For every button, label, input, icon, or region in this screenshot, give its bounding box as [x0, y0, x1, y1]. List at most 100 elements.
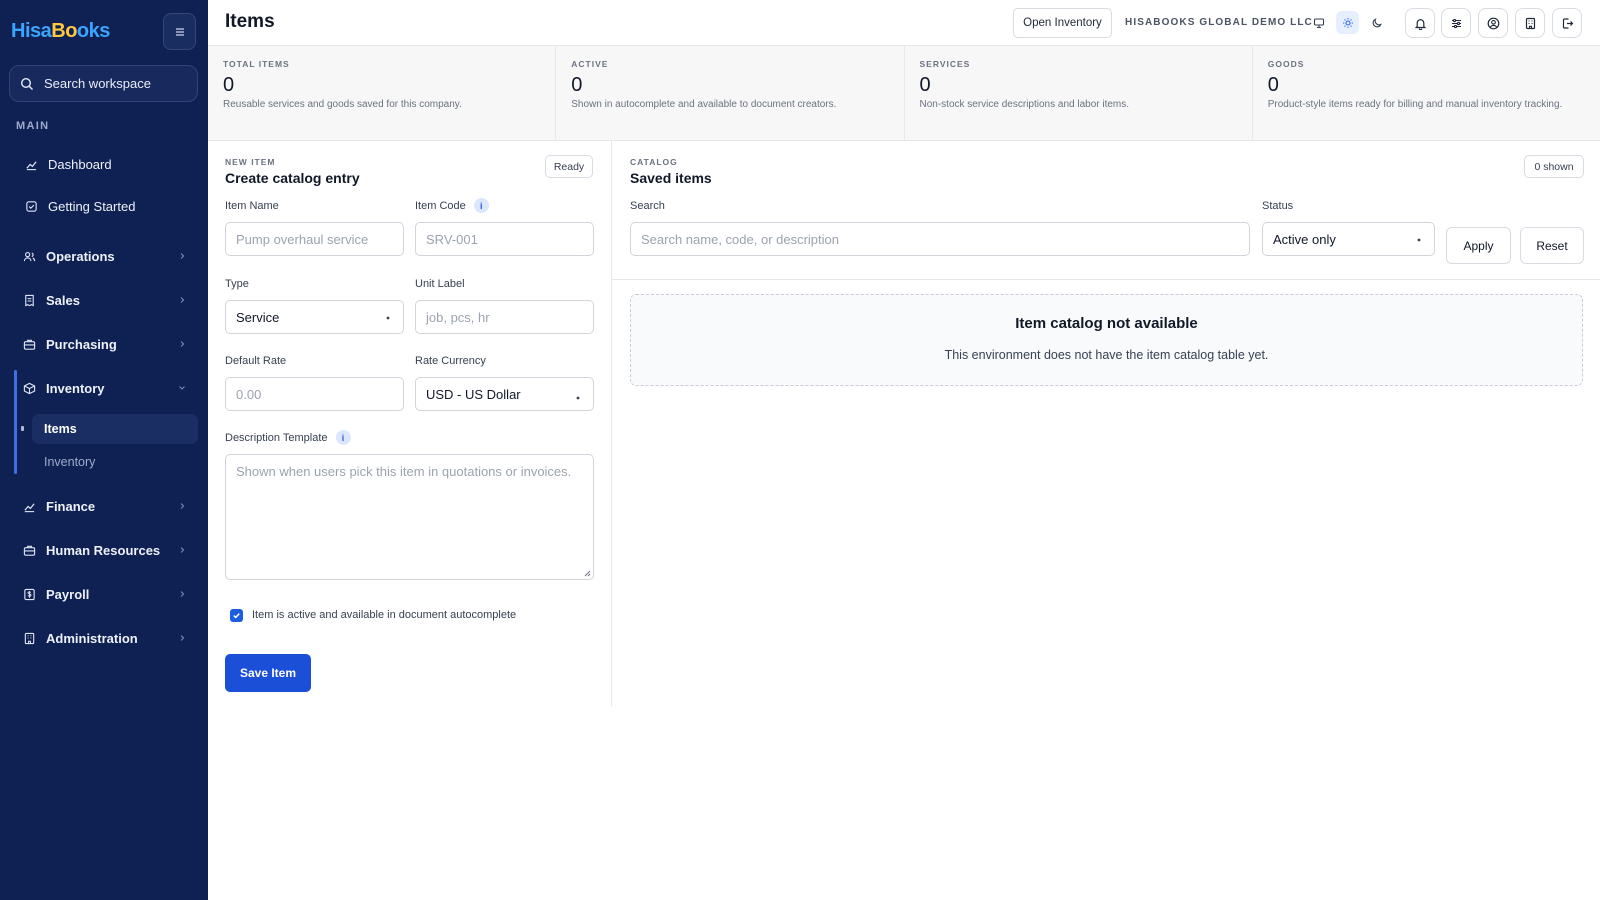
- open-inventory-button[interactable]: Open Inventory: [1013, 8, 1112, 38]
- select-caret-icon: [386, 316, 390, 320]
- notifications-button[interactable]: [1405, 8, 1435, 38]
- preferences-button[interactable]: [1441, 8, 1471, 38]
- top-bar: Items Open Inventory HISABOOKS GLOBAL DE…: [208, 0, 1600, 46]
- item-name-label-text: Item Name: [225, 200, 279, 212]
- active-checkbox[interactable]: [230, 609, 243, 622]
- chevron-right-icon: [180, 253, 185, 259]
- chevron-down-icon: [179, 386, 185, 390]
- item-code-input[interactable]: SRV-001: [415, 222, 594, 256]
- rate-currency-select[interactable]: USD - US Dollar: [415, 377, 594, 411]
- description-template-placeholder: Shown when users pick this item in quota…: [236, 464, 572, 479]
- type-select[interactable]: Service: [225, 300, 404, 334]
- sidebar-item-operations[interactable]: Operations: [12, 240, 198, 272]
- stat-goods: GOODS 0 Product-style items ready for bi…: [1253, 46, 1600, 140]
- sidebar-subitem-inventory[interactable]: Inventory: [32, 447, 198, 477]
- info-icon[interactable]: i: [335, 430, 351, 445]
- unit-label-input[interactable]: job, pcs, hr: [415, 300, 594, 334]
- item-name-input[interactable]: Pump overhaul service: [225, 222, 404, 256]
- sun-icon: [1342, 17, 1353, 28]
- menu-icon: [175, 27, 184, 36]
- rate-currency-label: Rate Currency: [415, 355, 486, 367]
- sidebar-item-getting-started[interactable]: Getting Started: [12, 190, 198, 222]
- description-template-label: Description Template i: [225, 430, 351, 445]
- brand-part-2: Bo: [51, 20, 77, 42]
- status-filter-select[interactable]: Active only: [1262, 222, 1435, 256]
- default-rate-input[interactable]: 0.00: [225, 377, 404, 411]
- unit-label-placeholder: job, pcs, hr: [426, 309, 490, 325]
- select-caret-icon: [576, 396, 580, 400]
- bell-icon: [1414, 18, 1426, 30]
- sidebar-item-inventory[interactable]: Inventory: [12, 372, 198, 404]
- stat-label: ACTIVE: [571, 59, 609, 69]
- stat-description: Product-style items ready for billing an…: [1267, 99, 1563, 110]
- default-rate-label-text: Default Rate: [225, 355, 287, 367]
- item-code-label-text: Item Code: [415, 199, 466, 212]
- item-code-placeholder: SRV-001: [426, 231, 478, 247]
- active-checkbox-label[interactable]: Item is active and available in document…: [252, 609, 516, 621]
- stat-total-items: TOTAL ITEMS 0 Reusable services and good…: [208, 46, 557, 140]
- empty-state-title: Item catalog not available: [1015, 315, 1198, 332]
- chevron-right-icon: [180, 635, 185, 641]
- sidebar-item-payroll[interactable]: Payroll: [12, 578, 198, 610]
- monitor-icon: [1313, 17, 1324, 28]
- chevron-right-icon: [180, 503, 185, 509]
- stat-value: 0: [571, 74, 583, 96]
- workspace-search-label: Search workspace: [44, 76, 151, 91]
- description-template-label-text: Description Template: [225, 431, 328, 444]
- sidebar-subitem-items[interactable]: Items: [32, 414, 198, 444]
- company-switch-button[interactable]: [1515, 8, 1545, 38]
- brand-part-1: Hisa: [11, 20, 52, 42]
- default-rate-label: Default Rate: [225, 355, 286, 367]
- catalog-title: Saved items: [630, 170, 712, 186]
- catalog-search-placeholder: Search name, code, or description: [641, 231, 839, 247]
- theme-dark-button[interactable]: [1365, 11, 1388, 34]
- sidebar-item-administration[interactable]: Administration: [12, 622, 198, 654]
- reset-button[interactable]: Reset: [1520, 227, 1584, 264]
- info-icon[interactable]: i: [473, 198, 489, 213]
- section-label-main: MAIN: [16, 120, 50, 132]
- box-icon: [22, 381, 36, 395]
- theme-system-button[interactable]: [1307, 11, 1330, 34]
- catalog-search-input[interactable]: Search name, code, or description: [630, 222, 1250, 256]
- type-label: Type: [225, 278, 249, 290]
- unit-label-label: Unit Label: [415, 278, 465, 290]
- checklist-icon: [24, 199, 38, 213]
- sidebar-toggle-button[interactable]: [163, 13, 196, 50]
- sidebar-item-finance[interactable]: Finance: [12, 490, 198, 522]
- stat-services: SERVICES 0 Non-stock service description…: [905, 46, 1253, 140]
- sidebar-item-label: Purchasing: [46, 336, 117, 352]
- sliders-icon: [1451, 18, 1461, 28]
- sidebar-item-human-resources[interactable]: Human Resources: [12, 534, 198, 566]
- description-template-textarea[interactable]: Shown when users pick this item in quota…: [225, 454, 594, 580]
- sidebar-item-dashboard[interactable]: Dashboard: [12, 148, 198, 180]
- brand-part-3: oks: [76, 20, 110, 42]
- sidebar-item-label: Sales: [46, 292, 80, 308]
- sidebar-item-purchasing[interactable]: Purchasing: [12, 328, 198, 360]
- profile-button[interactable]: [1478, 8, 1508, 38]
- logout-button[interactable]: [1552, 8, 1582, 38]
- status-filter-label: Status: [1262, 200, 1293, 212]
- sidebar-item-sales[interactable]: Sales: [12, 284, 198, 316]
- resize-handle-icon[interactable]: [583, 569, 591, 577]
- building-icon: [22, 631, 36, 645]
- apply-button[interactable]: Apply: [1446, 227, 1511, 264]
- briefcase-icon: [22, 337, 36, 351]
- catalog-search-label-text: Search: [630, 200, 665, 212]
- type-label-text: Type: [225, 278, 249, 290]
- catalog-header: CATALOG Saved items 0 shown Search Searc…: [612, 141, 1600, 280]
- catalog-search-label: Search: [630, 200, 665, 212]
- checkmark-icon: [233, 613, 240, 619]
- theme-light-button[interactable]: [1336, 11, 1359, 34]
- shown-count-badge: 0 shown: [1524, 155, 1584, 178]
- form-status-badge: Ready: [545, 155, 593, 178]
- workspace-search[interactable]: Search workspace: [9, 65, 198, 102]
- type-select-value: Service: [236, 309, 280, 325]
- brand-logo[interactable]: HisaBooks: [11, 20, 110, 43]
- catalog-kicker: CATALOG: [630, 157, 678, 167]
- company-name: HISABOOKS GLOBAL DEMO LLC: [1125, 17, 1313, 28]
- chevron-right-icon: [180, 591, 185, 597]
- stat-label: GOODS: [1267, 59, 1305, 69]
- stat-label: SERVICES: [919, 59, 971, 69]
- save-item-button[interactable]: Save Item: [225, 654, 311, 692]
- default-rate-placeholder: 0.00: [236, 386, 262, 402]
